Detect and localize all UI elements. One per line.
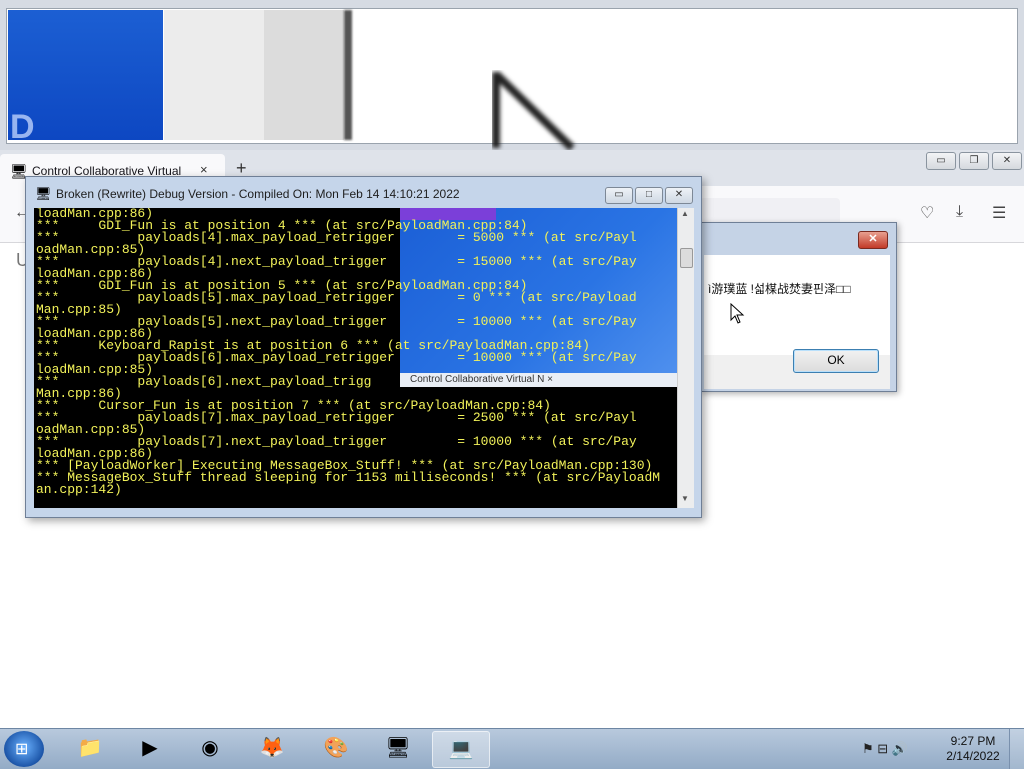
start-button[interactable]: ⊞ (4, 731, 44, 767)
tab-close-icon[interactable]: × (200, 162, 208, 177)
browser-minimize-button[interactable]: ▭ (926, 152, 956, 170)
clock-time: 9:27 PM (950, 734, 996, 748)
msgbox-close-button[interactable]: ✕ (858, 231, 888, 249)
taskbar-app-paint-icon[interactable]: 🎨 (308, 731, 364, 766)
debug-console-window: 🖥 Broken (Rewrite) Debug Version - Compi… (25, 176, 702, 518)
console-minimize-button[interactable]: ▭ (605, 187, 633, 204)
taskbar: ⊞ 📁 ▶ ◉ 🦊 🎨 🖥 💻 ⚑ ⊟ 🔊 9:27 PM 2/14/2022 (0, 728, 1024, 769)
taskbar-app-chrome-icon[interactable]: ◉ (182, 731, 238, 766)
scroll-down-icon[interactable]: ▼ (681, 494, 689, 503)
clock-date: 2/14/2022 (946, 749, 1000, 763)
browser-window-controls: ▭ ❐ ✕ (923, 152, 1022, 170)
scroll-up-icon[interactable]: ▲ (681, 209, 689, 218)
show-desktop-button[interactable] (1009, 729, 1024, 769)
windows-logo-icon: ⊞ (15, 741, 29, 758)
console-text: loadMan.cpp:86) *** GDI_Fun is at positi… (36, 208, 661, 497)
browser-maximize-button[interactable]: ❐ (959, 152, 989, 170)
console-app-icon: 🖥 (35, 186, 52, 201)
taskbar-app-debug-console-icon[interactable]: 💻 (432, 731, 490, 768)
taskbar-app-media-player-icon[interactable]: ▶ (122, 731, 178, 766)
pocket-icon[interactable]: ♡ (920, 203, 934, 223)
menu-icon[interactable]: ☰ (992, 203, 1006, 223)
download-icon[interactable]: ⤓ (956, 203, 963, 221)
glitched-window-fragment: D (0, 0, 1024, 150)
mouse-pointer-icon (730, 303, 745, 324)
fragment-blue-text: D (10, 108, 35, 146)
fragment-grey-panel-2 (264, 10, 344, 140)
ok-button[interactable]: OK (793, 349, 879, 373)
console-output-area[interactable]: Control Collaborative Virtual N × loadMa… (34, 208, 677, 508)
enlarged-cursor-icon (492, 71, 575, 150)
tray-icons[interactable]: ⚑ ⊟ 🔊 (862, 741, 908, 757)
fragment-grey-panel (164, 10, 264, 140)
fragment-divider (344, 10, 352, 140)
console-close-button[interactable]: ✕ (665, 187, 693, 204)
scroll-thumb[interactable] (680, 248, 693, 268)
console-window-controls: ▭ □ ✕ (603, 186, 693, 204)
msgbox-text: ì游璞蓝 !섧楳战焚妻핀泽□□ (708, 282, 851, 296)
taskbar-app-firefox-icon[interactable]: 🦊 (244, 731, 300, 766)
taskbar-app-remote-desktop-icon[interactable]: 🖥 (370, 731, 426, 766)
console-maximize-button[interactable]: □ (635, 187, 663, 204)
console-scrollbar[interactable]: ▲ ▼ (677, 208, 694, 508)
taskbar-app-explorer-icon[interactable]: 📁 (62, 731, 118, 766)
tray-clock[interactable]: 9:27 PM 2/14/2022 (938, 734, 1008, 764)
console-title: Broken (Rewrite) Debug Version - Compile… (56, 187, 460, 201)
browser-close-button[interactable]: ✕ (992, 152, 1022, 170)
